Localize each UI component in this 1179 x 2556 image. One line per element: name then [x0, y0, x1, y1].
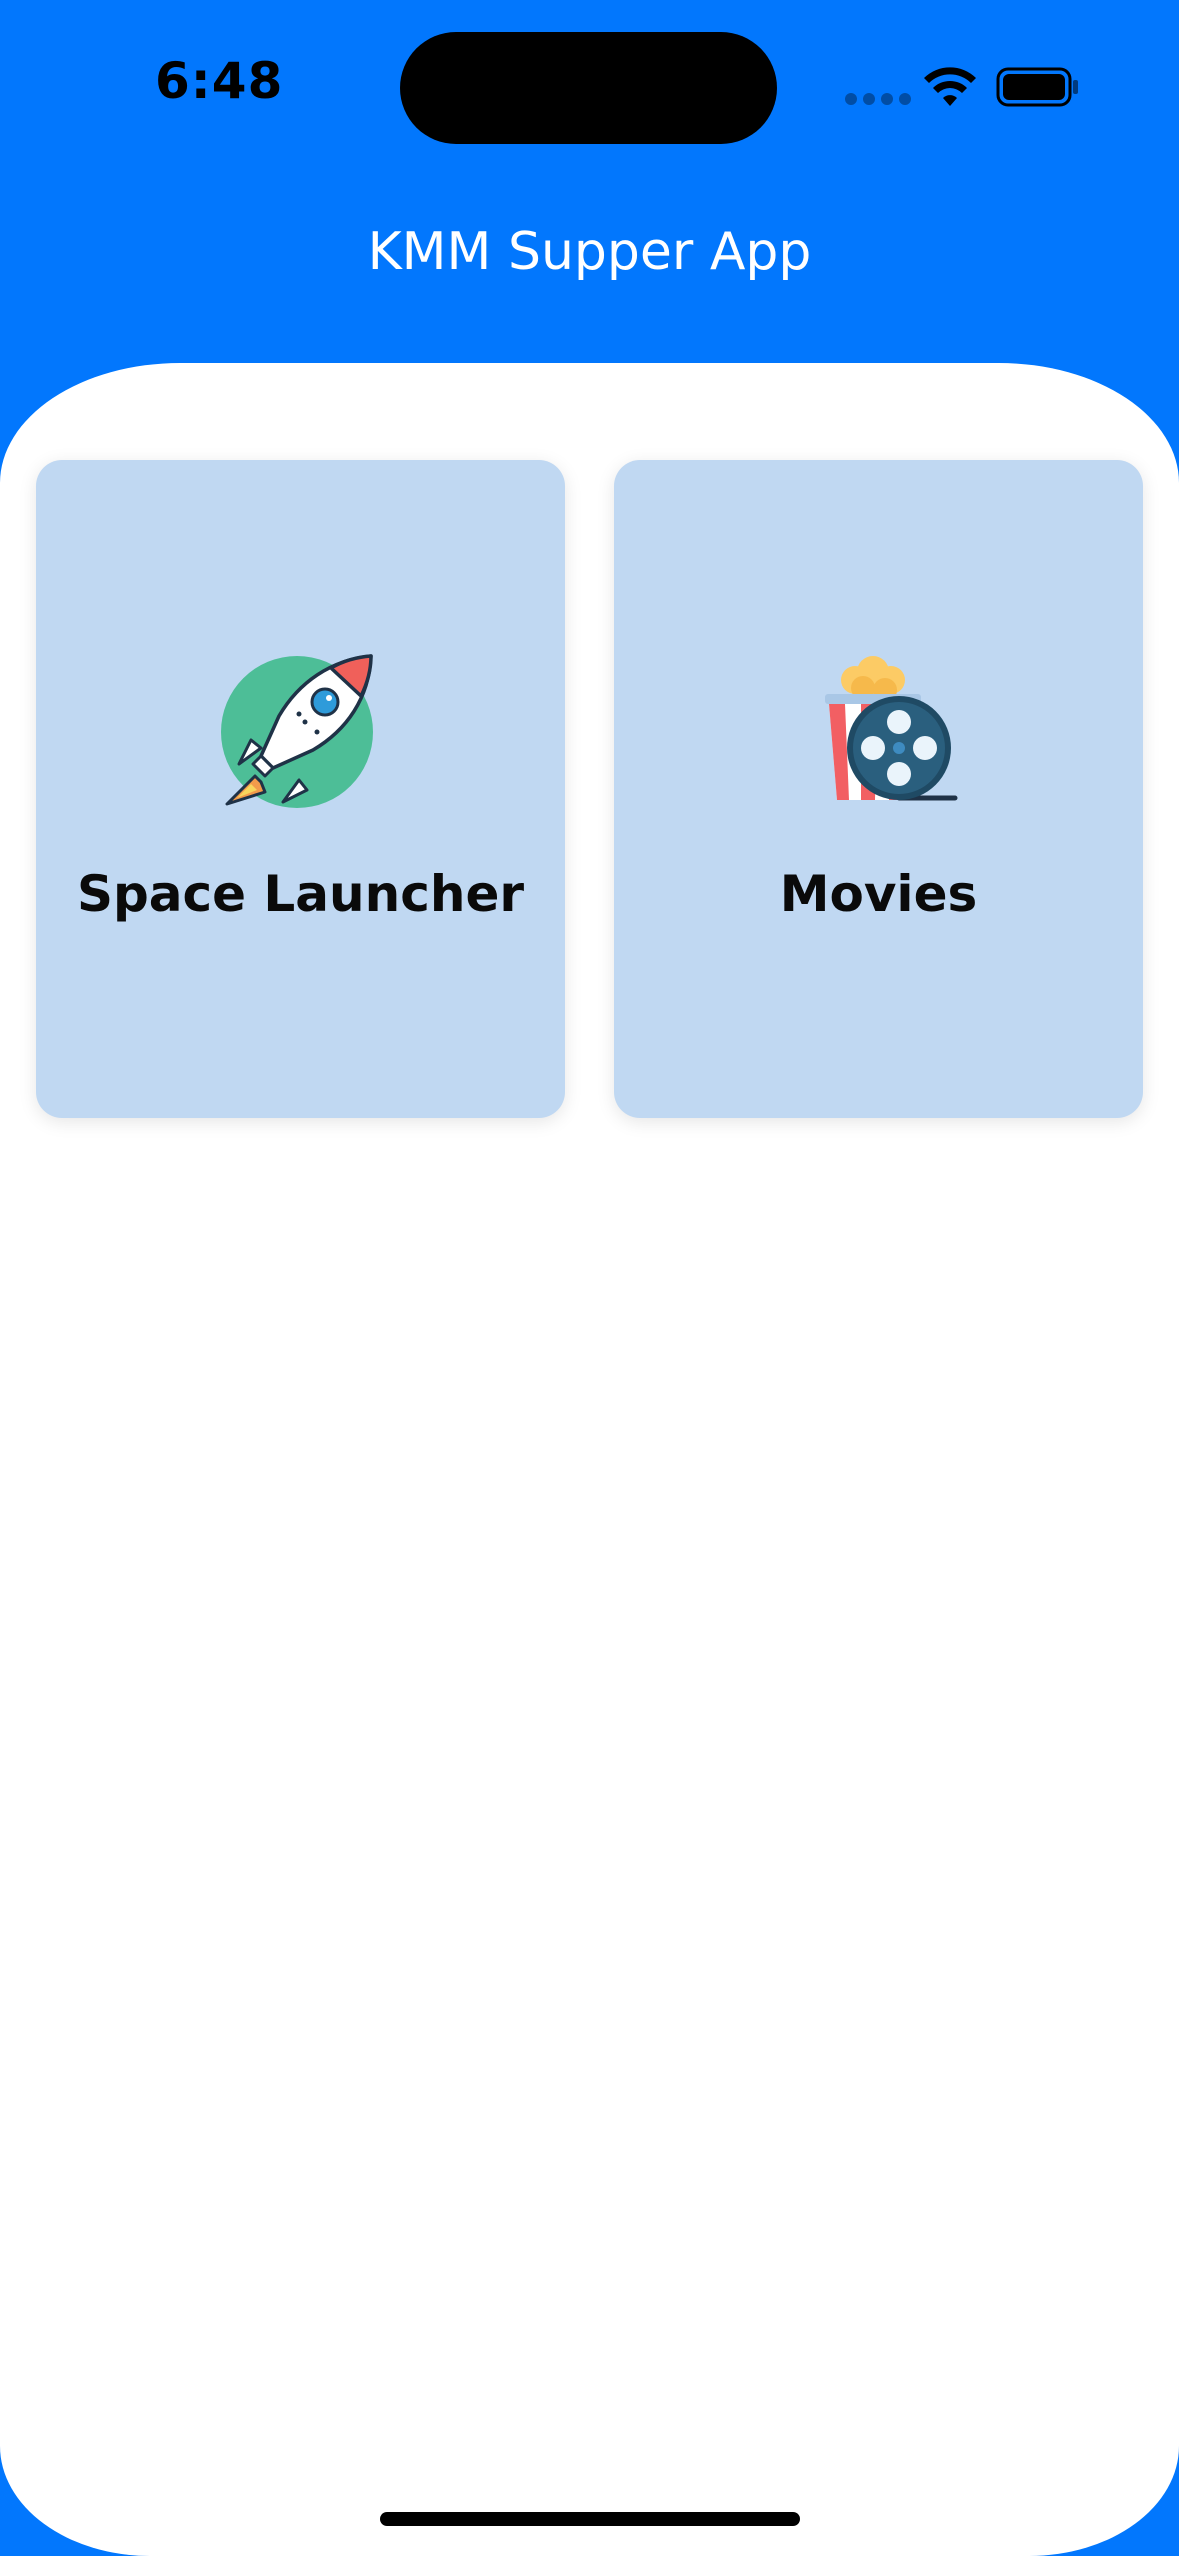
- home-indicator[interactable]: [380, 2512, 800, 2526]
- cellular-signal-icon: [845, 93, 911, 105]
- status-time: 6:48: [155, 52, 284, 110]
- battery-icon: [996, 67, 1078, 107]
- space-launcher-label: Space Launcher: [76, 865, 525, 923]
- main-content: Space Launcher Movies: [0, 363, 1179, 2556]
- page-title: KMM Supper App: [367, 222, 812, 282]
- movies-label: Movies: [779, 865, 978, 923]
- space-launcher-card[interactable]: Space Launcher: [36, 460, 565, 1118]
- status-bar: 6:48: [0, 0, 1179, 180]
- popcorn-film-reel-icon: [824, 656, 957, 801]
- dynamic-island: [400, 32, 777, 144]
- rocket-icon: [220, 654, 373, 808]
- movies-card[interactable]: Movies: [614, 460, 1143, 1118]
- wifi-icon: [924, 67, 976, 106]
